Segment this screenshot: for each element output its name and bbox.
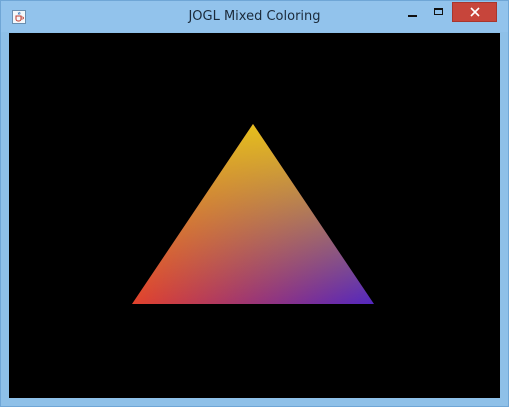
mixed-color-triangle: [132, 124, 374, 304]
maximize-button[interactable]: [426, 2, 451, 22]
gl-canvas[interactable]: [9, 33, 500, 398]
close-button[interactable]: [452, 2, 497, 22]
minimize-button[interactable]: [399, 2, 426, 22]
app-window: JOGL Mixed Coloring: [0, 0, 509, 407]
java-cup-icon[interactable]: [12, 10, 26, 24]
title-bar[interactable]: JOGL Mixed Coloring: [1, 1, 508, 32]
close-icon: [469, 7, 480, 17]
minimize-icon: [408, 15, 417, 17]
maximize-icon: [434, 7, 443, 15]
